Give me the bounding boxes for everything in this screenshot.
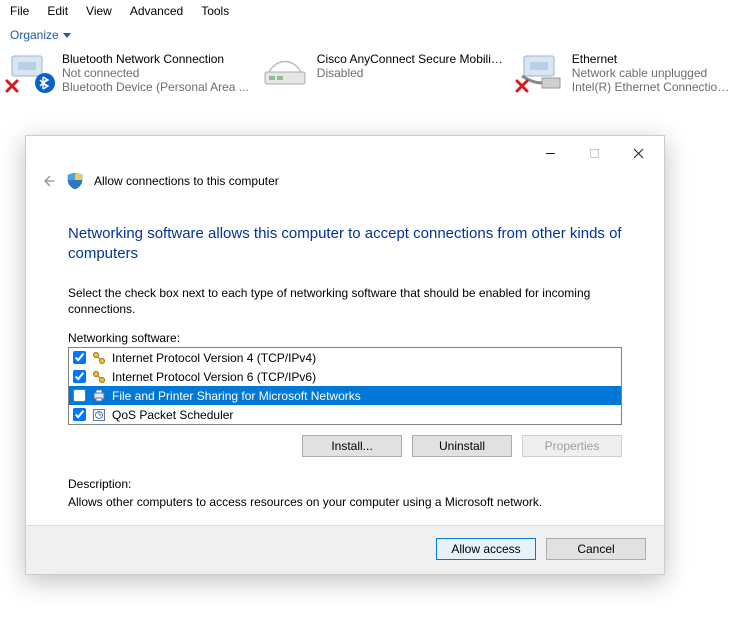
connection-item-ethernet[interactable]: Ethernet Network cable unplugged Intel(R… <box>514 50 734 94</box>
connection-icon <box>259 50 311 94</box>
shield-icon <box>66 172 84 190</box>
connection-name: Ethernet <box>572 52 734 66</box>
connection-item-bluetooth[interactable]: Bluetooth Network Connection Not connect… <box>4 50 249 94</box>
chevron-down-icon <box>63 33 71 38</box>
error-x-icon <box>514 78 530 94</box>
organize-menu[interactable]: Organize <box>6 26 75 44</box>
dialog-title: Allow connections to this computer <box>94 174 279 188</box>
list-item-checkbox[interactable] <box>73 370 86 383</box>
list-item-file-printer-sharing[interactable]: File and Printer Sharing for Microsoft N… <box>69 386 621 405</box>
protocol-icon <box>92 351 106 365</box>
dialog-body: Networking software allows this computer… <box>26 196 664 525</box>
list-item-checkbox[interactable] <box>73 351 86 364</box>
dialog-heading: Networking software allows this computer… <box>68 224 622 263</box>
list-item-checkbox[interactable] <box>73 389 86 402</box>
connection-icon <box>4 50 56 94</box>
back-arrow-icon[interactable] <box>40 173 56 189</box>
menu-edit[interactable]: Edit <box>39 2 76 20</box>
allow-access-button[interactable]: Allow access <box>436 538 536 560</box>
connection-detail: Intel(R) Ethernet Connection (5) <box>572 80 734 94</box>
connection-name: Cisco AnyConnect Secure Mobility Client … <box>317 52 504 66</box>
menubar: File Edit View Advanced Tools <box>0 0 736 22</box>
item-buttons-row: Install... Uninstall Properties <box>68 425 622 471</box>
dialog-instruction: Select the check box next to each type o… <box>68 285 622 317</box>
list-item-qos[interactable]: QoS Packet Scheduler <box>69 405 621 424</box>
minimize-button[interactable] <box>528 140 572 166</box>
menu-file[interactable]: File <box>2 2 37 20</box>
menu-view[interactable]: View <box>78 2 120 20</box>
description-label: Description: <box>68 477 622 491</box>
properties-button: Properties <box>522 435 622 457</box>
connections-list: Bluetooth Network Connection Not connect… <box>0 50 736 94</box>
menu-tools[interactable]: Tools <box>193 2 237 20</box>
description-text: Allows other computers to access resourc… <box>68 495 622 509</box>
networking-software-list[interactable]: Internet Protocol Version 4 (TCP/IPv4) I… <box>68 347 622 425</box>
dialog-footer: Allow access Cancel <box>26 525 664 574</box>
dialog-titlebar <box>26 136 664 170</box>
list-item-label: File and Printer Sharing for Microsoft N… <box>112 389 361 403</box>
dialog: Allow connections to this computer Netwo… <box>25 135 665 575</box>
connection-item-vpn[interactable]: Cisco AnyConnect Secure Mobility Client … <box>259 50 504 94</box>
install-button[interactable]: Install... <box>302 435 402 457</box>
connection-name: Bluetooth Network Connection <box>62 52 249 66</box>
menu-advanced[interactable]: Advanced <box>122 2 191 20</box>
connection-icon <box>514 50 566 94</box>
connection-status: Network cable unplugged <box>572 66 734 80</box>
printer-icon <box>92 389 106 403</box>
protocol-icon <box>92 370 106 384</box>
scheduler-icon <box>92 408 106 422</box>
cancel-button[interactable]: Cancel <box>546 538 646 560</box>
uninstall-button[interactable]: Uninstall <box>412 435 512 457</box>
list-label: Networking software: <box>68 331 622 345</box>
maximize-button <box>572 140 616 166</box>
connection-detail: Bluetooth Device (Personal Area ... <box>62 80 249 94</box>
modem-icon <box>259 50 311 94</box>
connection-status: Not connected <box>62 66 249 80</box>
list-item-ipv4[interactable]: Internet Protocol Version 4 (TCP/IPv4) <box>69 348 621 367</box>
connection-status: Disabled <box>317 66 504 80</box>
error-x-icon <box>4 78 20 94</box>
close-button[interactable] <box>616 140 660 166</box>
dialog-header: Allow connections to this computer <box>26 170 664 196</box>
list-item-checkbox[interactable] <box>73 408 86 421</box>
toolbar: Organize <box>0 22 736 50</box>
organize-label: Organize <box>10 28 59 42</box>
list-item-label: QoS Packet Scheduler <box>112 408 233 422</box>
bluetooth-icon <box>34 72 56 94</box>
list-item-label: Internet Protocol Version 6 (TCP/IPv6) <box>112 370 316 384</box>
list-item-ipv6[interactable]: Internet Protocol Version 6 (TCP/IPv6) <box>69 367 621 386</box>
list-item-label: Internet Protocol Version 4 (TCP/IPv4) <box>112 351 316 365</box>
